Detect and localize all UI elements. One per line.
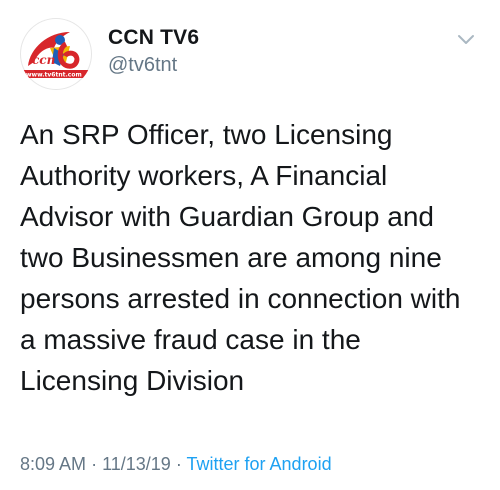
display-name[interactable]: CCN TV6: [108, 26, 199, 50]
tweet-card: ccn www.tv6tnt.com CCN TV6 @tv6tnt An SR…: [0, 0, 500, 490]
tweet-source-link[interactable]: Twitter for Android: [187, 454, 332, 474]
chevron-down-icon: [458, 35, 474, 44]
more-options-button[interactable]: [454, 30, 478, 50]
tweet-date[interactable]: 11/13/19: [102, 454, 171, 474]
meta-separator: ·: [175, 454, 182, 474]
meta-separator: ·: [91, 454, 98, 474]
handle[interactable]: @tv6tnt: [108, 54, 177, 77]
avatar-logo-text: ccn: [32, 53, 55, 67]
avatar-url-text: www.tv6tnt.com: [26, 72, 82, 79]
ccn-tv6-logo: ccn www.tv6tnt.com: [22, 32, 92, 79]
tweet-text: An SRP Officer, two Licensing Authority …: [20, 119, 461, 396]
avatar[interactable]: ccn www.tv6tnt.com: [20, 18, 92, 90]
tweet-time[interactable]: 8:09 AM: [20, 454, 86, 474]
tweet-meta: 8:09 AM · 11/13/19 · Twitter for Android: [20, 454, 332, 475]
